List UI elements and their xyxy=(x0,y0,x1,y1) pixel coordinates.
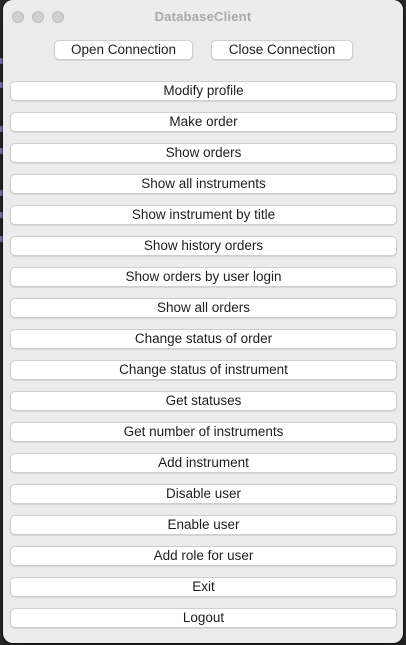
show-history-orders-button[interactable]: Show history orders xyxy=(10,236,397,256)
database-client-window: DatabaseClient Open Connection Close Con… xyxy=(3,0,403,643)
add-role-for-user-button[interactable]: Add role for user xyxy=(10,546,397,566)
show-all-instruments-button[interactable]: Show all instruments xyxy=(10,174,397,194)
show-orders-button[interactable]: Show orders xyxy=(10,143,397,163)
window-title: DatabaseClient xyxy=(154,9,252,24)
screen: DatabaseClient Open Connection Close Con… xyxy=(0,0,406,645)
show-orders-by-user-login-button[interactable]: Show orders by user login xyxy=(10,267,397,287)
action-menu: Modify profile Make order Show orders Sh… xyxy=(10,81,397,639)
change-status-of-instrument-button[interactable]: Change status of instrument xyxy=(10,360,397,380)
add-instrument-button[interactable]: Add instrument xyxy=(10,453,397,473)
show-all-orders-button[interactable]: Show all orders xyxy=(10,298,397,318)
modify-profile-button[interactable]: Modify profile xyxy=(10,81,397,101)
disable-user-button[interactable]: Disable user xyxy=(10,484,397,504)
open-connection-button[interactable]: Open Connection xyxy=(54,40,193,60)
close-connection-button[interactable]: Close Connection xyxy=(211,40,353,60)
connection-controls: Open Connection Close Connection xyxy=(3,40,403,60)
change-status-of-order-button[interactable]: Change status of order xyxy=(10,329,397,349)
show-instrument-by-title-button[interactable]: Show instrument by title xyxy=(10,205,397,225)
logout-button[interactable]: Logout xyxy=(10,608,397,628)
enable-user-button[interactable]: Enable user xyxy=(10,515,397,535)
title-bar[interactable]: DatabaseClient xyxy=(3,0,403,32)
get-number-of-instruments-button[interactable]: Get number of instruments xyxy=(10,422,397,442)
get-statuses-button[interactable]: Get statuses xyxy=(10,391,397,411)
exit-button[interactable]: Exit xyxy=(10,577,397,597)
make-order-button[interactable]: Make order xyxy=(10,112,397,132)
